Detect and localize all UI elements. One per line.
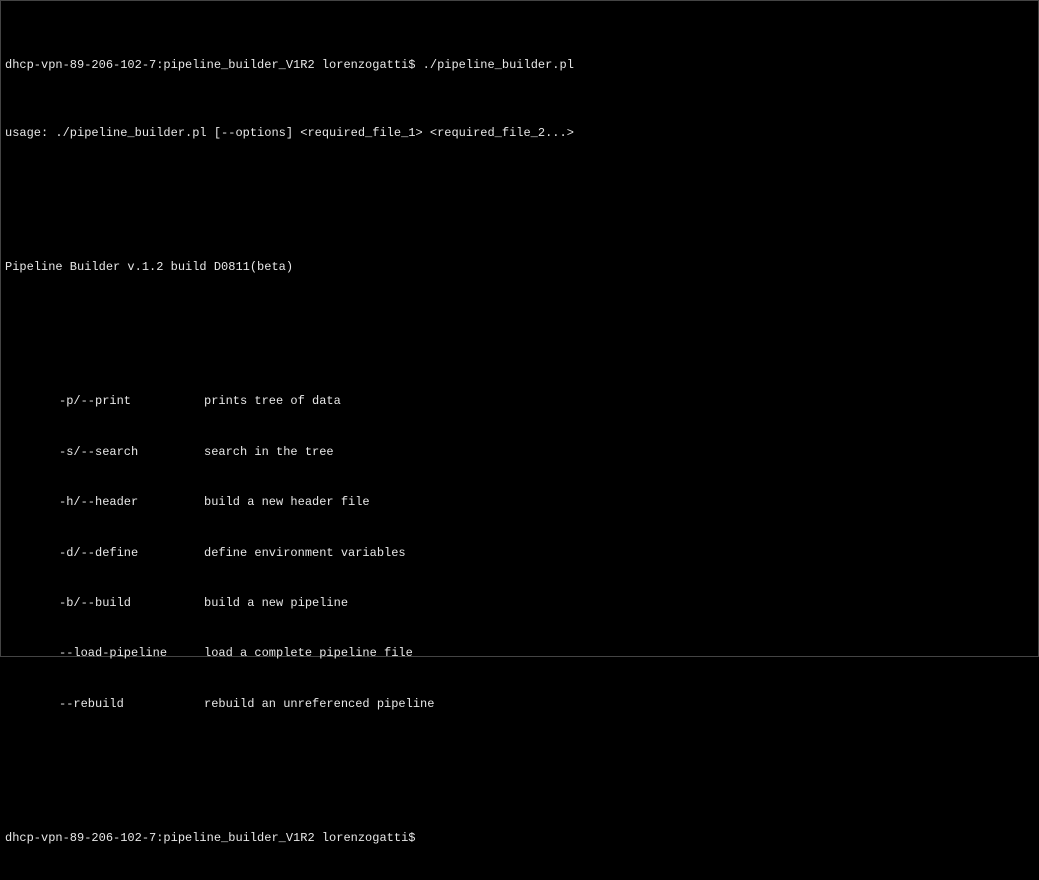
prompt-line-1: dhcp-vpn-89-206-102-7:pipeline_builder_V… [5,57,1034,74]
option-indent [5,393,59,410]
cursor [423,830,430,844]
option-flag: --rebuild [59,696,204,713]
option-desc: build a new header file [204,494,370,511]
option-flag: -s/--search [59,444,204,461]
option-flag: --load-pipeline [59,645,204,662]
entered-command: ./pipeline_builder.pl [423,57,574,74]
option-indent [5,444,59,461]
blank-line [5,326,1034,343]
option-desc: load a complete pipeline file [204,645,413,662]
option-row: -d/--define define environment variables [5,545,1034,562]
option-flag: -b/--build [59,595,204,612]
option-indent [5,696,59,713]
option-row: --rebuild rebuild an unreferenced pipeli… [5,696,1034,713]
blank-line [5,763,1034,780]
prompt-line-2: dhcp-vpn-89-206-102-7:pipeline_builder_V… [5,830,1034,847]
terminal-output[interactable]: dhcp-vpn-89-206-102-7:pipeline_builder_V… [5,7,1034,880]
option-desc: build a new pipeline [204,595,348,612]
shell-prompt: dhcp-vpn-89-206-102-7:pipeline_builder_V… [5,830,423,847]
shell-prompt: dhcp-vpn-89-206-102-7:pipeline_builder_V… [5,57,423,74]
version-line: Pipeline Builder v.1.2 build D0811(beta) [5,259,1034,276]
option-desc: prints tree of data [204,393,341,410]
option-flag: -p/--print [59,393,204,410]
option-row: -s/--search search in the tree [5,444,1034,461]
option-desc: search in the tree [204,444,334,461]
option-row: -b/--build build a new pipeline [5,595,1034,612]
option-indent [5,494,59,511]
option-desc: rebuild an unreferenced pipeline [204,696,434,713]
option-flag: -h/--header [59,494,204,511]
option-indent [5,595,59,612]
option-flag: -d/--define [59,545,204,562]
option-row: --load-pipeline load a complete pipeline… [5,645,1034,662]
option-row: -p/--print prints tree of data [5,393,1034,410]
option-indent [5,645,59,662]
option-desc: define environment variables [204,545,406,562]
blank-line [5,192,1034,209]
usage-line: usage: ./pipeline_builder.pl [--options]… [5,125,1034,142]
option-indent [5,545,59,562]
option-row: -h/--header build a new header file [5,494,1034,511]
